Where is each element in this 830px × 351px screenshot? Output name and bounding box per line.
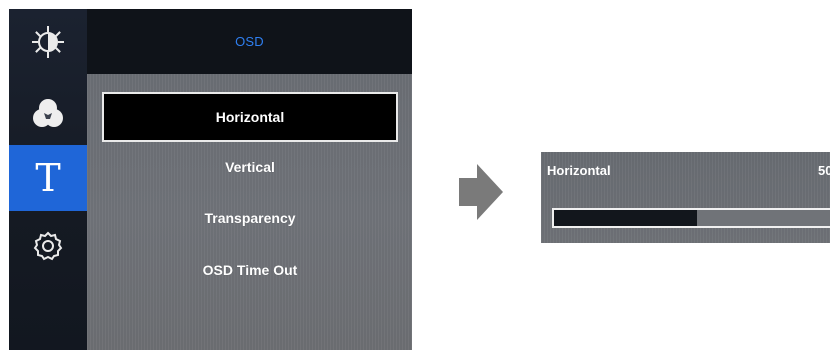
horizontal-slider[interactable] [552, 208, 830, 228]
sidebar-item-brightness-contrast[interactable] [9, 9, 87, 75]
adjustment-label: Horizontal [547, 163, 611, 178]
menu-item-label: Vertical [225, 159, 275, 175]
osd-header: OSD [87, 9, 412, 74]
slider-fill [554, 210, 697, 226]
osd-sidebar: T [9, 9, 87, 350]
menu-item-vertical[interactable]: Vertical [102, 142, 398, 192]
adjustment-panel: Horizontal 50 [541, 152, 830, 243]
page: T OSD Horizontal Vertical Transparency O… [0, 0, 830, 351]
menu-item-horizontal[interactable]: Horizontal [102, 92, 398, 142]
osd-content: OSD Horizontal Vertical Transparency OSD… [87, 9, 412, 350]
menu-item-label: OSD Time Out [202, 262, 298, 278]
osd-menu: T OSD Horizontal Vertical Transparency O… [9, 9, 412, 350]
transition-arrow [459, 164, 503, 220]
color-icon [29, 95, 67, 133]
osd-header-title: OSD [235, 34, 264, 49]
text-osd-icon: T [35, 159, 60, 197]
menu-item-transparency[interactable]: Transparency [102, 193, 398, 243]
menu-item-label: Horizontal [215, 109, 285, 125]
brightness-contrast-icon [29, 23, 67, 61]
arrow-right-icon [459, 164, 503, 224]
sidebar-item-setup[interactable] [9, 213, 87, 279]
sidebar-item-color[interactable] [9, 81, 87, 147]
adjustment-value: 50 [818, 163, 830, 178]
text-osd-letter: T [35, 156, 61, 200]
gear-icon [29, 227, 67, 265]
menu-item-label: Transparency [204, 210, 296, 226]
menu-item-osd-time-out[interactable]: OSD Time Out [102, 245, 398, 295]
sidebar-item-osd-settings[interactable]: T [9, 145, 87, 211]
